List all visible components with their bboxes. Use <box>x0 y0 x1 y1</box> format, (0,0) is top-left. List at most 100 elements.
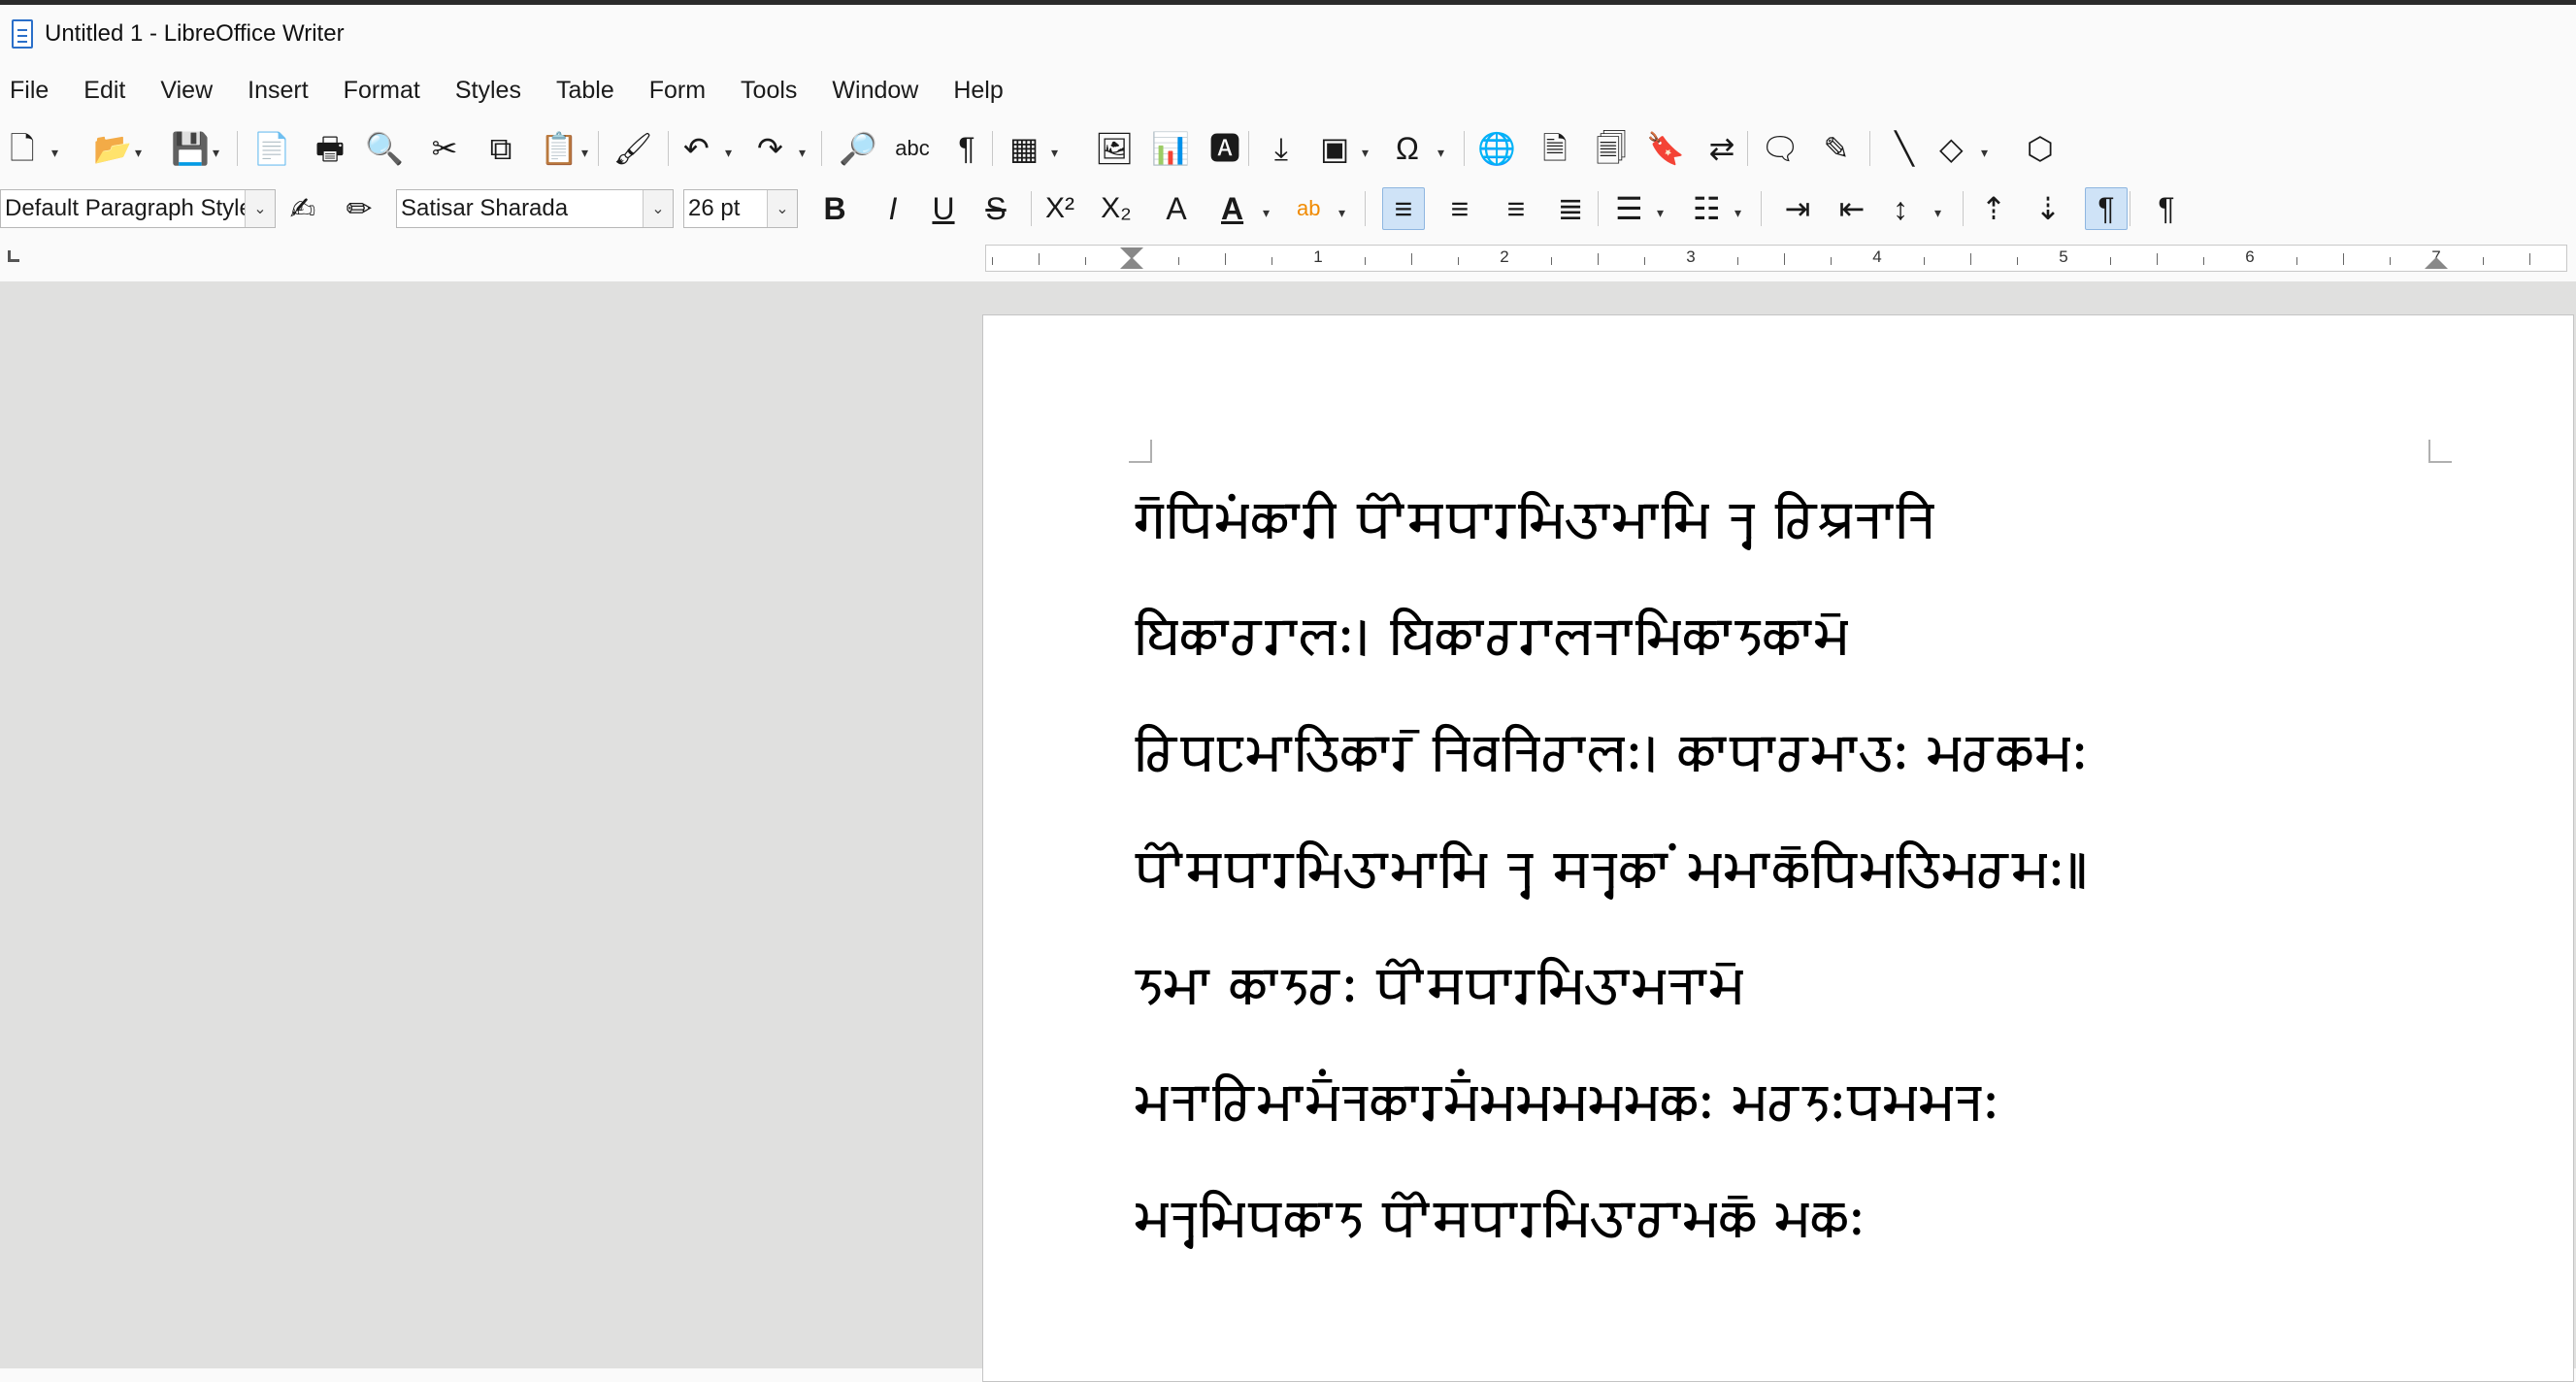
footnote-button[interactable]: 🗎 <box>1534 127 1576 170</box>
justify-button[interactable]: ≣ <box>1549 187 1592 230</box>
insert-image-button[interactable]: 🖼 <box>1093 127 1136 170</box>
cross-reference-button[interactable]: ⇄ <box>1701 127 1743 170</box>
save-button[interactable]: 💾 ▾ <box>167 127 221 170</box>
cut-button[interactable]: ✂ <box>423 127 466 170</box>
document-body[interactable]: 𑆓𑆼𑆥𑆴𑆩𑆁𑆑𑆳𑆫𑆵 𑆥𑆿𑆯𑆥𑆳𑆫𑆩𑆴𑆠𑆳𑆩𑆳𑆱𑆴 𑆤𑆶 𑆧𑆴𑆃𑆤𑆳𑆤𑆴 𑆪𑆴𑆑… <box>1134 463 2415 1278</box>
menu-window[interactable]: Window <box>824 73 926 109</box>
print-preview-button[interactable]: 🔍 <box>363 127 406 170</box>
font-color-button[interactable]: A ▾ <box>1217 187 1271 230</box>
subscript-button[interactable]: X₂ <box>1095 187 1138 230</box>
menu-help[interactable]: Help <box>945 73 1010 109</box>
font-name-combo[interactable]: Satisar Sharada ⌄ <box>396 189 674 228</box>
update-style-button[interactable]: ✍ <box>281 187 324 230</box>
page-break-button[interactable]: ⤓ <box>1260 127 1303 170</box>
increase-indent-button[interactable]: ⇥ <box>1776 187 1819 230</box>
menu-view[interactable]: View <box>152 73 220 109</box>
menu-insert[interactable]: Insert <box>240 73 316 109</box>
chevron-down-icon[interactable]: ▾ <box>51 145 58 161</box>
chevron-down-icon[interactable]: ▾ <box>1338 205 1345 221</box>
chevron-down-icon[interactable]: ▾ <box>1934 205 1941 221</box>
menu-table[interactable]: Table <box>548 73 622 109</box>
document-page[interactable]: 𑆓𑆼𑆥𑆴𑆩𑆁𑆑𑆳𑆫𑆵 𑆥𑆿𑆯𑆥𑆳𑆫𑆩𑆴𑆠𑆳𑆩𑆳𑆱𑆴 𑆤𑆶 𑆧𑆴𑆃𑆤𑆳𑆤𑆴 𑆪𑆴𑆑… <box>982 314 2574 1382</box>
chevron-down-icon[interactable]: ▾ <box>1657 205 1664 221</box>
chevron-down-icon[interactable]: ▾ <box>213 145 219 161</box>
horizontal-ruler[interactable]: 1234567 <box>985 245 2567 272</box>
strikethrough-button[interactable]: S <box>974 187 1017 230</box>
formatting-marks-button[interactable]: ¶ <box>945 127 988 170</box>
draw-functions-button[interactable]: ⬡ <box>2019 127 2062 170</box>
redo-button[interactable]: ↷ ▾ <box>753 127 808 170</box>
superscript-button[interactable]: X² <box>1039 187 1081 230</box>
insert-textbox-button[interactable]: 🅰 <box>1204 127 1246 170</box>
ltr-button[interactable]: ¶ <box>2085 187 2128 230</box>
line-button[interactable]: ╲ <box>1883 127 1926 170</box>
bookmark-button[interactable]: 🔖 <box>1644 127 1687 170</box>
chevron-down-icon[interactable]: ▾ <box>1981 145 1988 161</box>
align-left-button[interactable]: ≡ <box>1382 187 1425 230</box>
document-line[interactable]: 𑆪𑆴𑆑𑆳𑆧𑆫𑆳𑆬𑆂𑇅 𑆪𑆴𑆑𑆳𑆧𑆫𑆳𑆬𑆤𑆳𑆩𑆴𑆑𑆳𑆝𑆑𑆳𑆩𑆼 <box>1134 579 2415 696</box>
chevron-down-icon[interactable]: ⌄ <box>643 190 673 227</box>
document-line[interactable]: 𑆩𑆤𑆶𑆩𑆴𑆥𑆑𑆳𑆝 𑆥𑆿𑆯𑆥𑆳𑆫𑆩𑆴𑆠𑆳𑆧𑆳𑆩𑆑𑆼 𑆩𑆑𑆂 <box>1134 1162 2415 1278</box>
open-button[interactable]: 📂 ▾ <box>89 127 144 170</box>
hyperlink-button[interactable]: 🌐 <box>1475 127 1518 170</box>
bold-button[interactable]: B <box>813 187 856 230</box>
track-changes-button[interactable]: ✎ <box>1815 127 1858 170</box>
insert-chart-button[interactable]: 📊 <box>1149 127 1192 170</box>
chevron-down-icon[interactable]: ▾ <box>725 145 732 161</box>
font-size-combo[interactable]: 26 pt ⌄ <box>683 189 798 228</box>
new-document-button[interactable]: 🗋 ▾ <box>6 127 60 170</box>
document-line[interactable]: 𑆩𑆤𑆳𑆧𑆴𑆩𑆳𑆩𑆼𑆁𑆤𑆑𑆳𑆫𑆩𑆼𑆁𑆩𑆩𑆩𑆩𑆩𑆑𑆂 𑆩𑆧𑆝𑆂𑆥𑆩𑆩𑆤𑆂 <box>1134 1045 2415 1162</box>
basic-shapes-button[interactable]: ◇ ▾ <box>1935 127 1990 170</box>
decrease-paragraph-spacing-button[interactable]: ⇣ <box>2027 187 2069 230</box>
right-indent-marker[interactable] <box>2425 257 2448 269</box>
clear-formatting-button[interactable]: A <box>1155 187 1198 230</box>
line-spacing-button[interactable]: ↕ ▾ <box>1889 187 1943 230</box>
endnote-button[interactable]: 🗐 <box>1590 127 1633 170</box>
menu-form[interactable]: Form <box>642 73 713 109</box>
chevron-down-icon[interactable]: ▾ <box>799 145 806 161</box>
chevron-down-icon[interactable]: ▾ <box>135 145 142 161</box>
menu-edit[interactable]: Edit <box>76 73 133 109</box>
paste-button[interactable]: 📋 ▾ <box>536 127 590 170</box>
document-line[interactable]: 𑆧𑆴𑆥𑆛𑆩𑆳𑆠𑆴𑆑𑆳𑆫𑆼 𑆤𑆴𑆮𑆤𑆴𑆧𑆳𑆬𑆂𑇅 𑆑𑆳𑆥𑆳𑆧𑆩𑆳𑆠𑆂 𑆩𑆧𑆑𑆱𑆂 <box>1134 696 2415 812</box>
increase-paragraph-spacing-button[interactable]: ⇡ <box>1972 187 2015 230</box>
menu-file[interactable]: File <box>2 73 56 109</box>
insert-field-button[interactable]: ▣ ▾ <box>1316 127 1371 170</box>
print-button[interactable]: 🖶 <box>309 127 351 170</box>
underline-button[interactable]: U <box>922 187 965 230</box>
insert-table-button[interactable]: ▦ ▾ <box>1006 127 1060 170</box>
chevron-down-icon[interactable]: ▾ <box>1362 145 1369 161</box>
menu-tools[interactable]: Tools <box>733 73 805 109</box>
menu-format[interactable]: Format <box>336 73 428 109</box>
chevron-down-icon[interactable]: ⌄ <box>767 190 797 227</box>
document-line[interactable]: 𑆥𑆿𑆯𑆥𑆳𑆫𑆩𑆴𑆠𑆳𑆩𑆳𑆱𑆴 𑆤𑆶 𑆯𑆤𑆶𑆑𑆳𑆁 𑆩𑆩𑆳𑆑𑆼𑆥𑆴𑆩𑆠𑆴𑆩𑆧𑆱𑆂𑇆 <box>1134 812 2415 929</box>
highlighting-button[interactable]: ab ▾ <box>1293 187 1347 230</box>
special-character-button[interactable]: Ω ▾ <box>1392 127 1446 170</box>
spelling-button[interactable]: abc <box>891 127 934 170</box>
document-line[interactable]: 𑆓𑆼𑆥𑆴𑆩𑆁𑆑𑆳𑆫𑆵 𑆥𑆿𑆯𑆥𑆳𑆫𑆩𑆴𑆠𑆳𑆩𑆳𑆱𑆴 𑆤𑆶 𑆧𑆴𑆃𑆤𑆳𑆤𑆴 <box>1134 463 2415 579</box>
chevron-down-icon[interactable]: ▾ <box>1051 145 1058 161</box>
clone-formatting-button[interactable]: 🖌 <box>611 127 654 170</box>
rtl-button[interactable]: ¶ <box>2145 187 2188 230</box>
align-center-button[interactable]: ≡ <box>1438 187 1481 230</box>
numbering-button[interactable]: ☷ ▾ <box>1689 187 1743 230</box>
chevron-down-icon[interactable]: ⌄ <box>245 190 275 227</box>
comment-button[interactable]: 🗨 <box>1759 127 1801 170</box>
copy-button[interactable]: ⧉ <box>479 127 522 170</box>
bullets-button[interactable]: ☰ ▾ <box>1611 187 1666 230</box>
chevron-down-icon[interactable]: ▾ <box>1263 205 1270 221</box>
chevron-down-icon[interactable]: ▾ <box>1437 145 1444 161</box>
paragraph-style-combo[interactable]: Default Paragraph Style ⌄ <box>0 189 276 228</box>
menu-styles[interactable]: Styles <box>447 73 529 109</box>
left-indent-marker[interactable] <box>1120 257 1143 269</box>
align-right-button[interactable]: ≡ <box>1495 187 1537 230</box>
new-style-button[interactable]: ✏ <box>338 187 380 230</box>
chevron-down-icon[interactable]: ▾ <box>581 145 588 161</box>
find-replace-button[interactable]: 🔎 <box>837 127 879 170</box>
chevron-down-icon[interactable]: ▾ <box>1734 205 1741 221</box>
italic-button[interactable]: I <box>872 187 914 230</box>
undo-button[interactable]: ↶ ▾ <box>679 127 734 170</box>
decrease-indent-button[interactable]: ⇤ <box>1831 187 1873 230</box>
document-line[interactable]: 𑆝𑆩𑆳 𑆑𑆳𑆝𑆧𑆂 𑆥𑆿𑆯𑆥𑆳𑆫𑆩𑆴𑆠𑆳𑆩𑆤𑆳𑆩𑆼 <box>1134 929 2415 1045</box>
export-pdf-button[interactable]: 📄 <box>250 127 293 170</box>
